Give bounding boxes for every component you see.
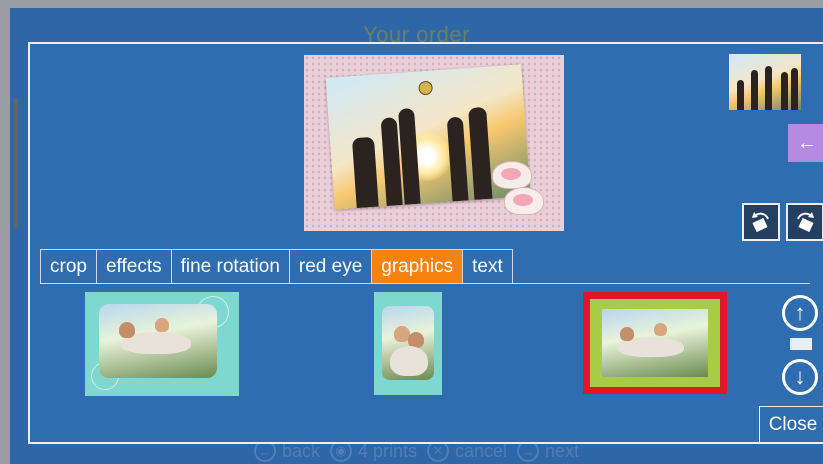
- edit-tabs: crop effects fine rotation red eye graph…: [40, 249, 513, 284]
- app-screen: Your order ← back ◉ 4 prints ✕ cancel → …: [10, 8, 823, 464]
- rotate-left-icon: [752, 212, 769, 233]
- arrow-left-icon: ←: [797, 131, 817, 154]
- close-button[interactable]: Close: [759, 406, 823, 444]
- photo-preview: [304, 55, 564, 231]
- edit-dialog: ← crop effects fine rotation red eye gra…: [28, 42, 823, 444]
- tabs-divider: [40, 283, 810, 284]
- arrow-down-circle-icon: ↓: [794, 364, 806, 389]
- baby-shoes-graphic: [484, 161, 550, 217]
- rotate-right-icon: [797, 212, 814, 233]
- tab-graphics[interactable]: graphics: [371, 250, 463, 284]
- tab-fine-rotation[interactable]: fine rotation: [170, 250, 289, 284]
- rotate-right-button[interactable]: [786, 203, 823, 241]
- graphic-option-aqua-landscape[interactable]: [85, 292, 239, 396]
- graphic-option-aqua-portrait[interactable]: [374, 292, 442, 395]
- tab-red-eye[interactable]: red eye: [288, 250, 371, 284]
- graphic-option-red-green-frame[interactable]: [583, 292, 727, 394]
- arrow-up-circle-icon: ↑: [794, 300, 806, 325]
- side-indicator: [14, 98, 18, 228]
- scrollbar-thumb[interactable]: [790, 338, 812, 350]
- photo-thumbnail[interactable]: [729, 54, 801, 110]
- tab-text[interactable]: text: [462, 250, 513, 284]
- rotate-left-button[interactable]: [742, 203, 780, 241]
- scroll-down-button[interactable]: ↓: [782, 359, 818, 395]
- scroll-up-button[interactable]: ↑: [782, 295, 818, 331]
- tab-crop[interactable]: crop: [40, 250, 96, 284]
- tab-effects[interactable]: effects: [95, 250, 171, 284]
- back-button[interactable]: ←: [788, 124, 823, 162]
